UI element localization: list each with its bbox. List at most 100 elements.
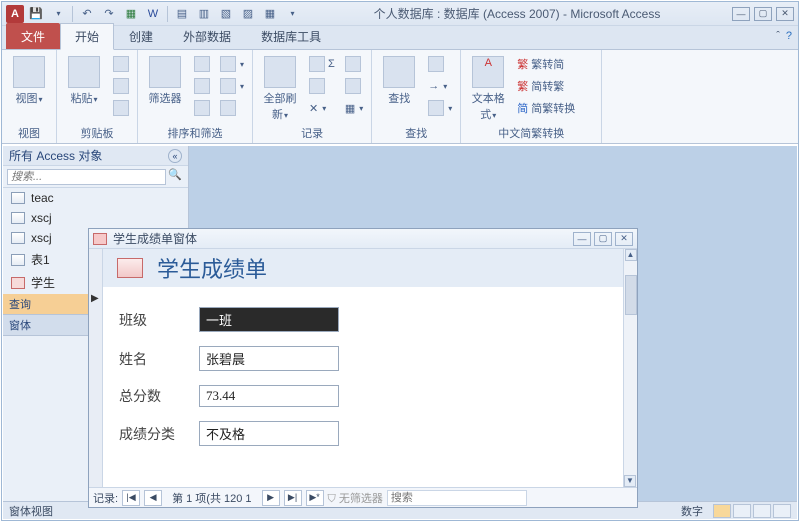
field-name-label: 姓名 [119, 349, 175, 369]
subform-close-button[interactable]: ✕ [615, 232, 633, 246]
advanced-filter-button[interactable]: ▾ [218, 76, 246, 96]
view-label: 视图 [15, 93, 37, 105]
view-layout-button[interactable] [753, 504, 771, 518]
view-form-button[interactable] [713, 504, 731, 518]
select-button[interactable]: ▾ [426, 98, 454, 118]
nav-item-table[interactable]: xscj [3, 208, 188, 228]
qat-more-5[interactable]: ▦ [260, 5, 280, 23]
nav-collapse-icon[interactable]: « [168, 149, 182, 163]
selection-filter-button[interactable]: ▾ [218, 54, 246, 74]
qat-more-4[interactable]: ▨ [238, 5, 258, 23]
nav-search-input[interactable] [7, 169, 166, 185]
copy-icon [113, 78, 129, 94]
redo-icon[interactable]: ↷ [99, 5, 119, 23]
tab-file[interactable]: 文件 [6, 23, 60, 49]
cut-button[interactable] [111, 54, 131, 74]
refresh-label: 全部刷新 [264, 93, 297, 121]
field-total-input[interactable]: 73.44 [199, 385, 339, 407]
ribbon: 视图▾ 视图 粘贴▾ 剪贴板 筛选器 [2, 50, 798, 144]
trad-to-simp-button[interactable]: 繁繁转简 [515, 54, 595, 74]
field-category-input[interactable]: 不及格 [199, 421, 339, 446]
subform-maximize-button[interactable]: ▢ [594, 232, 612, 246]
subform-minimize-button[interactable]: — [573, 232, 591, 246]
help-icon[interactable]: ? [786, 30, 792, 42]
sort-desc-button[interactable] [192, 76, 212, 96]
new-record-button[interactable]: Σ [307, 54, 337, 74]
qat-more-1[interactable]: ▤ [172, 5, 192, 23]
save-record-button[interactable] [307, 76, 337, 96]
sort-asc-button[interactable] [192, 54, 212, 74]
field-total-label: 总分数 [119, 386, 175, 406]
field-class-input[interactable]: 一班 [199, 307, 339, 332]
paste-button[interactable]: 粘贴▾ [63, 54, 105, 106]
more-records-button[interactable]: ▦▾ [343, 98, 365, 118]
simp-to-trad-button[interactable]: 繁简转繁 [515, 76, 595, 96]
record-navigation-bar: 记录: |◀ ◀ 第 1 项(共 120 1 ▶ ▶| ▶* ⛉ 无筛选器 [89, 487, 637, 507]
tab-external-data[interactable]: 外部数据 [168, 23, 246, 49]
undo-icon[interactable]: ↶ [77, 5, 97, 23]
maximize-button[interactable]: ▢ [754, 7, 772, 21]
minimize-ribbon-icon[interactable]: ˆ [776, 30, 780, 42]
tab-create[interactable]: 创建 [114, 23, 168, 49]
access-app-icon[interactable]: A [6, 5, 24, 23]
word-icon[interactable]: W [143, 5, 163, 23]
recnav-next-button[interactable]: ▶ [262, 490, 280, 506]
format-painter-icon [113, 100, 129, 116]
totals-button[interactable] [343, 54, 365, 74]
nav-item-table[interactable]: teac [3, 188, 188, 208]
recnav-label: 记录: [93, 490, 118, 506]
filter-button[interactable]: 筛选器 [144, 54, 186, 106]
recnav-first-button[interactable]: |◀ [122, 490, 140, 506]
delete-record-button[interactable]: ✕▾ [307, 98, 337, 118]
clear-sort-button[interactable] [192, 98, 212, 118]
sort-desc-icon [194, 78, 210, 94]
recnav-prev-button[interactable]: ◀ [144, 490, 162, 506]
sort-asc-icon [194, 56, 210, 72]
scroll-thumb[interactable] [625, 275, 637, 315]
copy-button[interactable] [111, 76, 131, 96]
recnav-search-input[interactable] [387, 490, 527, 506]
group-chinese-conversion: 中文简繁转换 [467, 125, 595, 141]
close-button[interactable]: ✕ [776, 7, 794, 21]
refresh-all-button[interactable]: 全部刷新▾ [259, 54, 301, 122]
qat-more-3[interactable]: ▧ [216, 5, 236, 23]
field-name-input[interactable]: 张碧晨 [199, 346, 339, 371]
recnav-nofilter: ⛉ 无筛选器 [328, 490, 383, 506]
save-icon[interactable]: 💾 [26, 5, 46, 23]
recnav-position[interactable]: 第 1 项(共 120 1 [166, 490, 257, 506]
scroll-up-icon[interactable]: ▲ [625, 249, 637, 261]
recnav-last-button[interactable]: ▶| [284, 490, 302, 506]
recnav-new-button[interactable]: ▶* [306, 490, 324, 506]
group-view: 视图 [8, 125, 50, 141]
qat-more-6[interactable]: ▾ [282, 5, 302, 23]
tab-home[interactable]: 开始 [60, 23, 114, 50]
format-painter-button[interactable] [111, 98, 131, 118]
subform-titlebar[interactable]: 学生成绩单窗体 — ▢ ✕ [89, 229, 637, 249]
search-icon[interactable]: 🔍 [166, 168, 184, 186]
form-header-title: 学生成绩单 [157, 252, 267, 284]
goto-button[interactable]: →▾ [426, 76, 454, 96]
filter-label: 筛选器 [149, 93, 182, 105]
scroll-down-icon[interactable]: ▼ [624, 475, 636, 487]
cut-icon [113, 56, 129, 72]
view-datasheet-button[interactable] [733, 504, 751, 518]
tab-db-tools[interactable]: 数据库工具 [246, 23, 336, 49]
subform-vscrollbar[interactable]: ▲ ▼ [623, 249, 637, 487]
toggle-filter-button[interactable] [218, 98, 246, 118]
ribbon-tabs: 文件 开始 创建 外部数据 数据库工具 ˆ ? [2, 26, 798, 50]
nav-header[interactable]: 所有 Access 对象 « [3, 146, 188, 166]
qat-more-2[interactable]: ▥ [194, 5, 214, 23]
qat-dropdown-icon[interactable]: ▾ [48, 5, 68, 23]
minimize-button[interactable]: — [732, 7, 750, 21]
nav-header-label: 所有 Access 对象 [9, 147, 102, 164]
cn-convert-button[interactable]: 简简繁转换 [515, 98, 595, 118]
spelling-button[interactable] [343, 76, 365, 96]
replace-button[interactable] [426, 54, 454, 74]
record-selector[interactable]: ▶ [89, 249, 103, 487]
find-button[interactable]: 查找 [378, 54, 420, 106]
view-button[interactable]: 视图▾ [8, 54, 50, 106]
view-design-button[interactable] [773, 504, 791, 518]
text-format-button[interactable]: A文本格式▾ [467, 54, 509, 122]
excel-icon[interactable]: ▦ [121, 5, 141, 23]
form-icon [93, 233, 107, 245]
